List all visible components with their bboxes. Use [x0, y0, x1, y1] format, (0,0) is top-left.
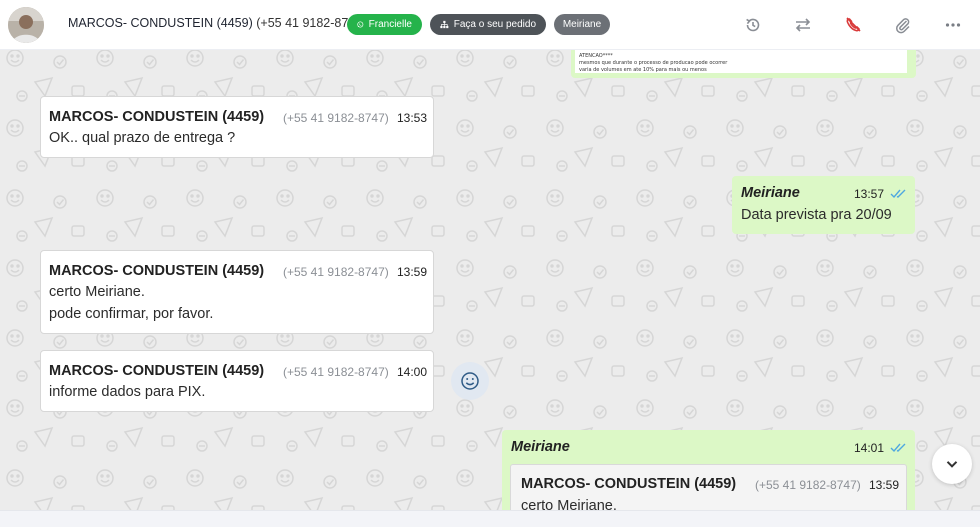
incoming-message[interactable]: MARCOS- CONDUSTEIN (4459) (+55 41 9182-8…	[40, 96, 434, 158]
user-chip[interactable]: Meiriane	[554, 14, 610, 35]
whatsapp-agent-chip[interactable]: Francielle	[347, 14, 422, 35]
user-chip-label: Meiriane	[562, 19, 602, 30]
chat-header: MARCOS- CONDUSTEIN (4459) (+55 41 9182-8…	[0, 0, 980, 50]
message-author: Meiriane	[741, 185, 800, 201]
read-ticks-icon	[890, 443, 906, 453]
history-button[interactable]	[741, 13, 765, 37]
message-sender-phone: (+55 41 9182-8747)	[283, 111, 389, 125]
incoming-message[interactable]: MARCOS- CONDUSTEIN (4459) (+55 41 9182-8…	[40, 250, 434, 334]
message-time: 13:59	[397, 265, 428, 279]
quoted-sender-phone: (+55 41 9182-8747)	[755, 478, 861, 492]
emoji-reaction-button[interactable]	[451, 362, 489, 400]
message-composer-area[interactable]	[0, 510, 980, 527]
sitemap-icon	[440, 20, 449, 29]
smiley-icon	[461, 372, 479, 390]
message-author: Meiriane	[511, 439, 570, 455]
message-time: 13:57	[854, 187, 885, 201]
message-text-line: pode confirmar, por favor.	[49, 306, 214, 322]
message-time: 14:01	[854, 441, 885, 455]
order-chip-label: Faça o seu pedido	[453, 19, 536, 30]
message-sender: MARCOS- CONDUSTEIN (4459)	[49, 109, 265, 125]
transfer-button[interactable]	[791, 13, 815, 37]
chevron-down-icon	[946, 461, 958, 468]
transfer-icon	[795, 18, 811, 32]
message-sender: MARCOS- CONDUSTEIN (4459)	[49, 363, 265, 379]
message-sender: MARCOS- CONDUSTEIN (4459)	[49, 263, 265, 279]
history-icon	[746, 18, 760, 32]
contact-name: MARCOS- CONDUSTEIN (4459)	[68, 16, 253, 30]
message-sender-phone: (+55 41 9182-8747)	[283, 265, 389, 279]
attachment-icon	[896, 18, 910, 34]
quoted-sender: MARCOS- CONDUSTEIN (4459)	[521, 476, 737, 492]
order-chip[interactable]: Faça o seu pedido	[430, 14, 546, 35]
preview-line: mesmos que durante o processo de produca…	[579, 60, 728, 66]
contact-title: MARCOS- CONDUSTEIN (4459) (+55 41 9182-8…	[68, 16, 366, 30]
attachment-button[interactable]	[891, 13, 915, 37]
more-icon	[945, 23, 961, 27]
message-time: 14:00	[397, 365, 428, 379]
whatsapp-icon	[357, 21, 364, 28]
end-call-icon	[846, 17, 861, 32]
image-preview-content: ATENCAO**** mesmos que durante o process…	[575, 50, 907, 73]
message-sender-phone: (+55 41 9182-8747)	[283, 365, 389, 379]
outgoing-message-with-quote[interactable]: Meiriane 14:01 MARCOS- CONDUSTEIN (4459)…	[502, 430, 915, 510]
more-options-button[interactable]	[941, 13, 965, 37]
message-text-line: certo Meiriane.	[49, 284, 145, 300]
whatsapp-agent-label: Francielle	[368, 19, 412, 30]
quoted-time: 13:59	[869, 478, 900, 492]
contact-avatar[interactable]	[8, 7, 44, 43]
message-text: OK.. qual prazo de entrega ?	[49, 130, 236, 146]
quoted-message[interactable]: MARCOS- CONDUSTEIN (4459) (+55 41 9182-8…	[510, 464, 907, 510]
image-message-preview[interactable]: ATENCAO**** mesmos que durante o process…	[571, 50, 916, 78]
chat-area[interactable]: ATENCAO**** mesmos que durante o process…	[0, 50, 980, 510]
preview-line: ATENCAO****	[579, 53, 613, 59]
quoted-text: certo Meiriane.	[521, 498, 617, 510]
message-text: Data prevista pra 20/09	[741, 207, 892, 223]
message-text: informe dados para PIX.	[49, 384, 206, 400]
preview-line: varia de volumes em ate 10% para mais ou…	[579, 67, 707, 73]
outgoing-message[interactable]: Meiriane 13:57 Data prevista pra 20/09	[732, 176, 915, 234]
message-time: 13:53	[397, 111, 428, 125]
end-call-button[interactable]	[841, 13, 865, 37]
incoming-message[interactable]: MARCOS- CONDUSTEIN (4459) (+55 41 9182-8…	[40, 350, 434, 412]
scroll-to-bottom-button[interactable]	[932, 444, 972, 484]
read-ticks-icon	[890, 189, 906, 199]
